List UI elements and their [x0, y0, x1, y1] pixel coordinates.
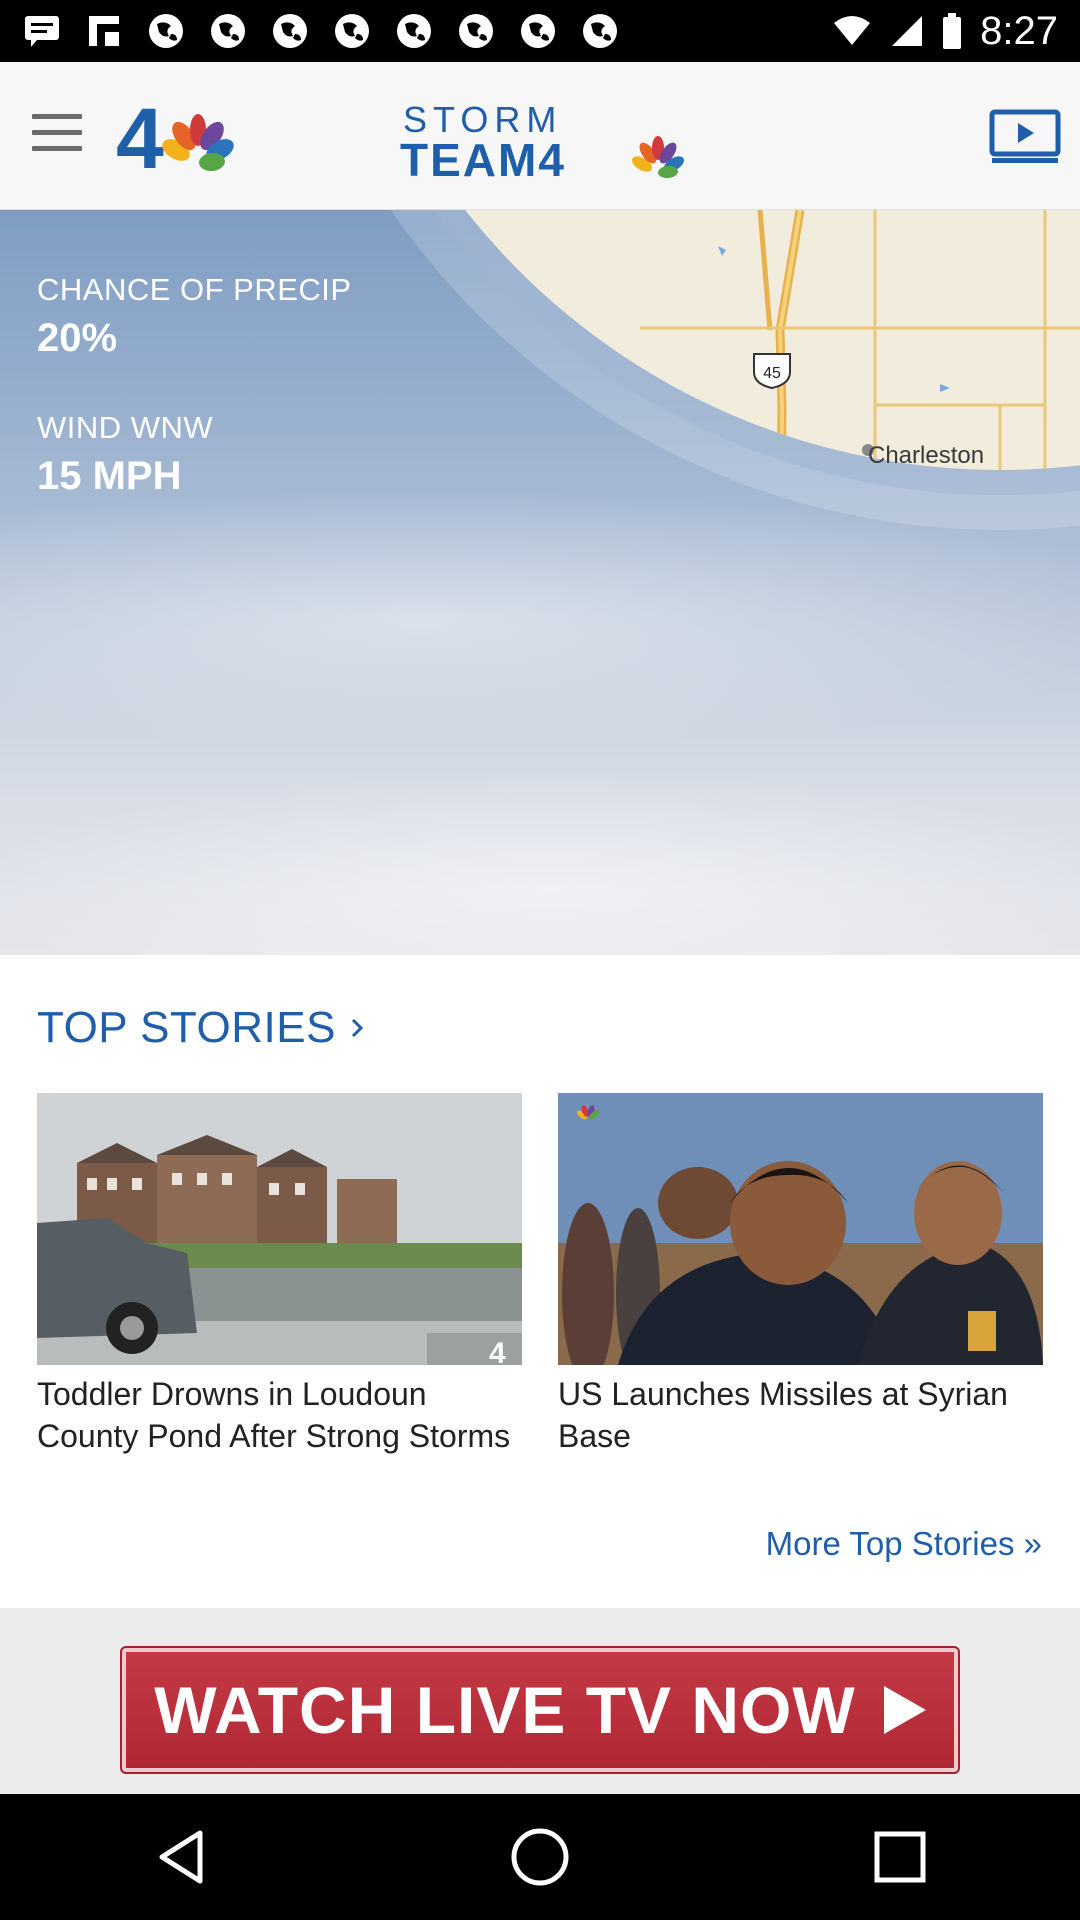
story-title: US Launches Missiles at Syrian Base: [558, 1376, 1008, 1454]
watch-live-tv-button[interactable]: WATCH LIVE TV NOW: [120, 1646, 960, 1774]
globe-icon: [394, 11, 434, 51]
globe-icon: [580, 11, 620, 51]
peacock-icon: [162, 114, 234, 172]
map-city-label: Charleston: [868, 442, 985, 469]
flipboard-icon: [84, 11, 124, 51]
clipped-value: [37, 210, 48, 233]
notification-icons: [22, 11, 620, 51]
globe-icon: [518, 11, 558, 51]
recents-button[interactable]: [860, 1817, 940, 1897]
story-thumbnail: 4: [37, 1093, 522, 1365]
back-button[interactable]: [140, 1817, 220, 1897]
signal-icon: [892, 16, 923, 46]
story-title: Toddler Drowns in Loudoun County Pond Af…: [37, 1376, 511, 1454]
route-shield-icon: 45: [753, 353, 791, 390]
wifi-icon: [834, 16, 871, 45]
home-icon: [511, 1828, 569, 1886]
wind-value: 15 MPH: [37, 454, 182, 498]
watch-live-label: WATCH LIVE TV NOW: [154, 1673, 856, 1747]
back-icon: [159, 1830, 203, 1884]
logo-number: 4: [116, 98, 164, 174]
battery-icon: [943, 13, 962, 49]
home-button[interactable]: [500, 1817, 580, 1897]
more-top-stories-link[interactable]: More Top Stories »: [766, 1525, 1042, 1563]
app-header: 4 STORM TEAM4: [0, 62, 1080, 210]
weather-panel[interactable]: 45 Charleston CHANCE OF PRECIP 20% WIND …: [0, 210, 1080, 955]
svg-text:4: 4: [489, 1337, 506, 1365]
top-stories-link[interactable]: TOP STORIES: [37, 1003, 364, 1053]
precip-label: CHANCE OF PRECIP: [37, 272, 352, 307]
status-bar: 8:27: [0, 0, 1080, 62]
globe-icon: [270, 11, 310, 51]
menu-button[interactable]: [32, 114, 82, 154]
nbc4-logo[interactable]: 4: [116, 98, 266, 174]
status-time: 8:27: [980, 8, 1058, 53]
top-stories-title: TOP STORIES: [37, 1003, 336, 1052]
globe-icon: [208, 11, 248, 51]
chevron-right-icon: [351, 1018, 364, 1038]
route-number: 45: [763, 365, 781, 382]
recents-icon: [874, 1831, 926, 1883]
video-icon[interactable]: [986, 108, 1064, 164]
storm-team4-logo: STORM TEAM4: [400, 99, 684, 178]
story-card[interactable]: US Launches Missiles at Syrian Base: [558, 1093, 1043, 1457]
top-stories-section: TOP STORIES 4 Toddler Drowns in Loudoun …: [0, 955, 1080, 1608]
peacock-icon: [632, 136, 684, 178]
hamburger-icon: [32, 114, 82, 119]
precip-value: 20%: [37, 316, 118, 360]
wind-label: WIND WNW: [37, 410, 214, 445]
status-right: 8:27: [832, 9, 1058, 54]
story-thumbnail: [558, 1093, 1043, 1365]
radar-map[interactable]: [0, 210, 1080, 955]
live-tv-band: WATCH LIVE TV NOW: [0, 1608, 1080, 1794]
play-icon: [883, 1686, 926, 1734]
logo-line2: TEAM4: [400, 134, 566, 178]
globe-icon: [332, 11, 372, 51]
story-card[interactable]: 4 Toddler Drowns in Loudoun County Pond …: [37, 1093, 522, 1457]
globe-icon: [146, 11, 186, 51]
message-icon: [22, 11, 62, 51]
navigation-bar: [0, 1794, 1080, 1920]
globe-icon: [456, 11, 496, 51]
